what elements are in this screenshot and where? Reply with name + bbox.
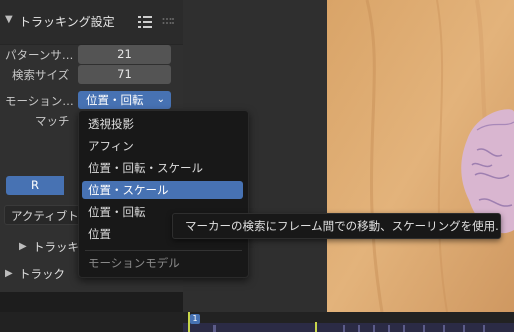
chevron-down-icon: ⌄ <box>156 94 165 105</box>
menu-item-perspective[interactable]: 透視投影 <box>82 115 243 133</box>
timeline-strip[interactable]: 1 <box>0 312 514 332</box>
motion-model-dropdown: 透視投影 アフィン 位置・回転・スケール 位置・スケール 位置・回転 位置 モー… <box>78 110 249 278</box>
menu-divider <box>85 250 242 251</box>
pattern-size-field[interactable]: 21 <box>78 45 171 64</box>
menu-title: モーションモデル <box>88 256 180 270</box>
active-track-button[interactable]: アクティブト <box>4 205 84 225</box>
tracking-subpanel-header[interactable]: トラッキ <box>33 239 79 255</box>
match-label: マッチ <box>35 114 70 128</box>
panel-header[interactable]: ▼ トラッキング設定 <box>0 0 183 45</box>
chevron-right-icon[interactable]: ▶ <box>5 268 13 279</box>
tooltip: マーカーの検索にフレーム間での移動、スケーリングを使用. <box>172 213 501 239</box>
current-frame-marker[interactable]: 1 <box>190 314 200 324</box>
menu-item-affine[interactable]: アフィン <box>82 137 243 155</box>
chevron-right-icon[interactable]: ▶ <box>19 241 27 252</box>
search-size-field[interactable]: 71 <box>78 65 171 84</box>
track-panel-header[interactable]: トラック <box>19 266 65 282</box>
motion-model-value: 位置・回転 <box>86 93 144 107</box>
motion-model-label: モーション… <box>5 94 74 108</box>
menu-item-loc-rot-scale[interactable]: 位置・回転・スケール <box>82 159 243 177</box>
channel-r-toggle[interactable]: R <box>6 176 64 195</box>
panel-title: トラッキング設定 <box>19 15 115 29</box>
timeline-ticks <box>183 312 514 332</box>
pattern-size-label: パターンサ… <box>5 48 74 62</box>
menu-item-loc-scale[interactable]: 位置・スケール <box>82 181 243 199</box>
motion-model-select[interactable]: 位置・回転 ⌄ <box>78 91 171 109</box>
drag-handle-icon[interactable] <box>162 17 174 27</box>
list-icon[interactable] <box>138 15 152 29</box>
footage-image <box>327 0 514 312</box>
search-size-label: 検索サイズ <box>12 68 70 82</box>
chevron-down-icon[interactable]: ▼ <box>5 14 13 25</box>
